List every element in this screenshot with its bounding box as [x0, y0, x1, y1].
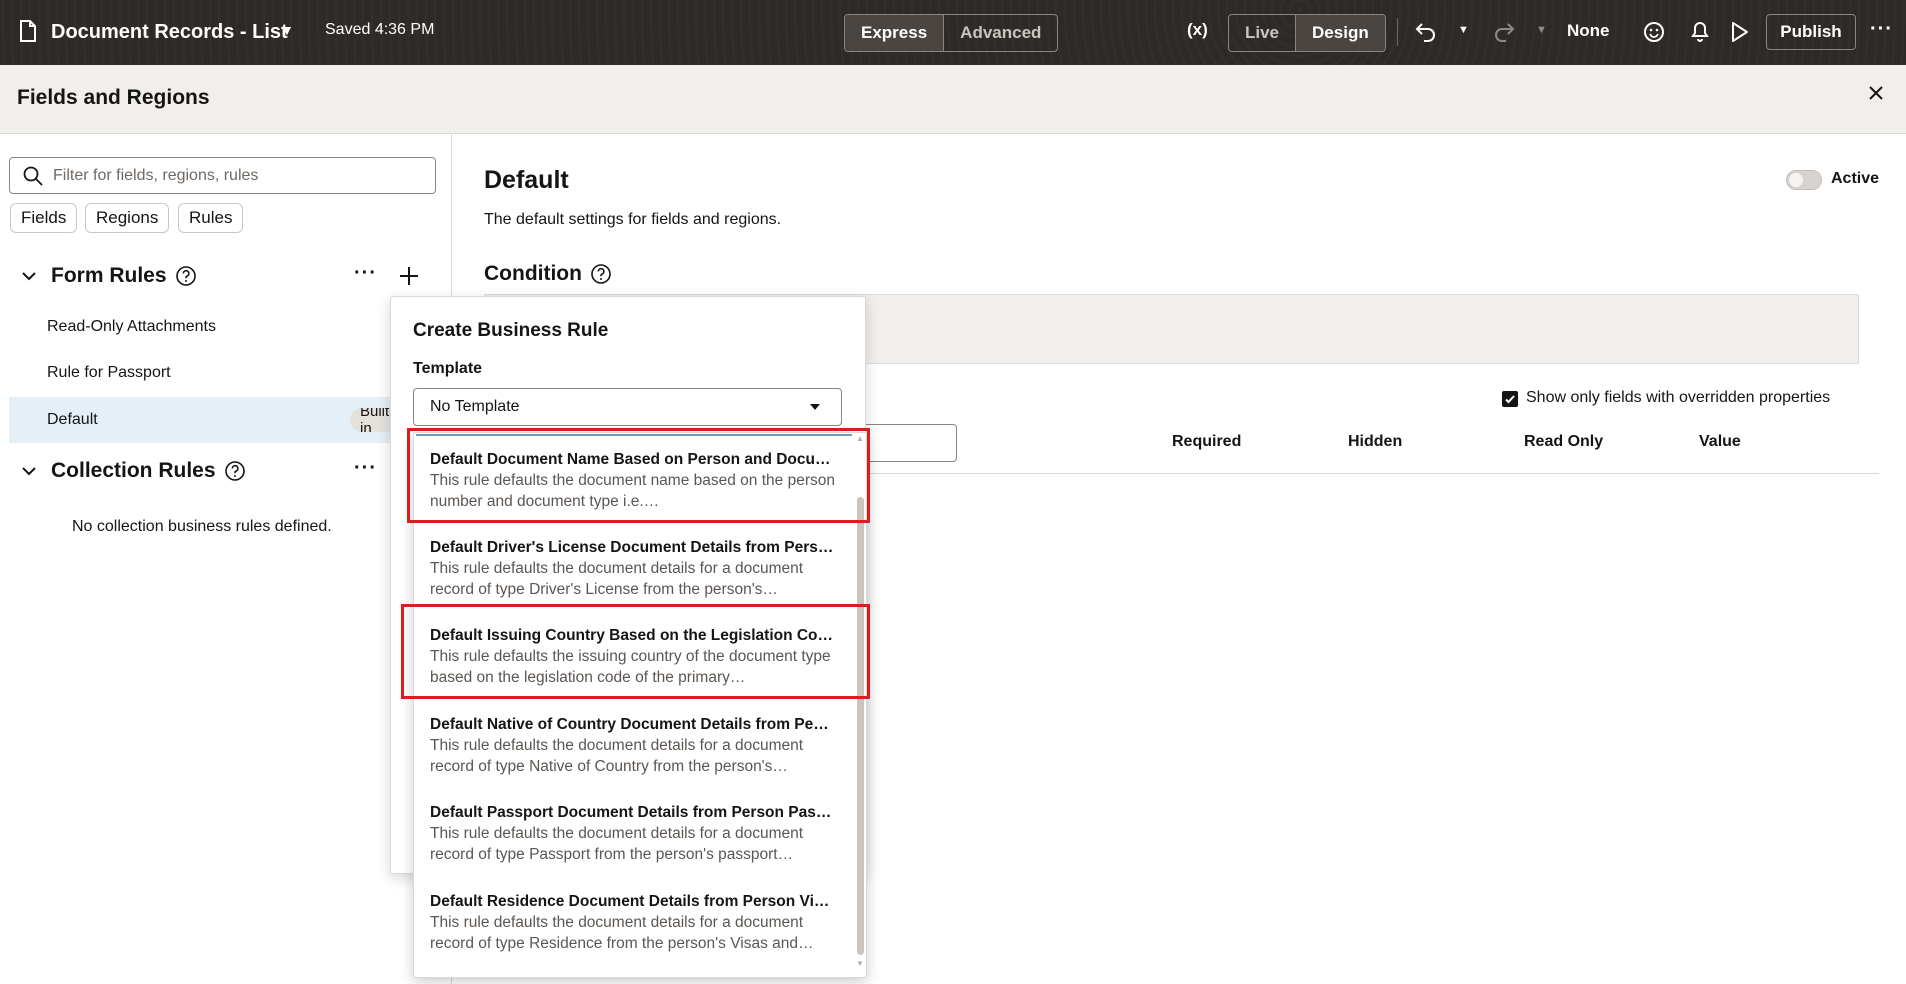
template-option-description: This rule defaults the document details …	[430, 825, 804, 863]
empty-collection-rules-message: No collection business rules defined.	[72, 518, 332, 535]
checkmark-icon	[1505, 395, 1515, 404]
collection-rules-title: Collection Rules	[51, 459, 216, 482]
close-icon[interactable]	[1864, 81, 1888, 105]
tab-live[interactable]: Live	[1229, 15, 1295, 51]
column-header-required: Required	[1172, 433, 1242, 450]
form-rules-header[interactable]: Form Rules	[21, 264, 197, 288]
template-option-title: Default Issuing Country Based on the Leg…	[430, 627, 834, 644]
column-header-read-only: Read Only	[1524, 433, 1604, 450]
top-toolbar: Document Records - List ▼ Saved 4:36 PM …	[0, 0, 1906, 65]
panel-header	[0, 65, 1906, 134]
template-option[interactable]: Default Issuing Country Based on the Leg…	[430, 626, 840, 714]
help-icon[interactable]	[590, 263, 612, 285]
template-option[interactable]: Default Native of Country Document Detai…	[430, 715, 840, 803]
rule-item-rule-for-passport[interactable]: Rule for Passport	[0, 350, 390, 396]
show-overridden-checkbox[interactable]	[1502, 391, 1518, 407]
more-options-icon[interactable]: ···	[1870, 18, 1893, 41]
template-option-description: This rule defaults the document name bas…	[430, 472, 835, 510]
filter-search-field[interactable]	[9, 157, 436, 194]
undo-menu-chevron-icon[interactable]: ▼	[1458, 24, 1469, 36]
template-label: Template	[413, 360, 483, 377]
active-toggle[interactable]	[1786, 170, 1822, 190]
rules-sidebar	[0, 134, 452, 984]
template-option[interactable]: Default Document Name Based on Person an…	[430, 450, 840, 538]
template-option-title: Default Document Name Based on Person an…	[430, 451, 834, 468]
role-selector[interactable]: None	[1567, 21, 1610, 41]
template-option[interactable]: Default Passport Document Details from P…	[430, 803, 840, 891]
rule-title: Default	[484, 166, 569, 194]
feedback-smile-icon[interactable]	[1642, 20, 1666, 44]
variables-icon[interactable]: (x)	[1187, 20, 1208, 40]
saved-status: Saved 4:36 PM	[325, 21, 435, 38]
scroll-up-arrow-icon[interactable]: ▲	[856, 434, 864, 443]
tab-express[interactable]: Express	[845, 15, 944, 51]
template-option-description: This rule defaults the document details …	[430, 914, 814, 952]
condition-title: Condition	[484, 262, 582, 285]
tab-design[interactable]: Design	[1295, 15, 1385, 51]
app-title[interactable]: Document Records - List	[51, 18, 288, 46]
dropdown-focus-line	[416, 434, 852, 436]
collection-rules-more-icon[interactable]: ···	[354, 457, 377, 480]
chevron-down-icon[interactable]: ▼	[280, 22, 294, 38]
column-header-hidden: Hidden	[1348, 433, 1403, 450]
document-icon	[20, 20, 36, 42]
template-option-title: Default Residence Document Details from …	[430, 893, 834, 910]
filter-chip-fields[interactable]: Fields	[10, 203, 78, 233]
template-option-description: This rule defaults the document details …	[430, 560, 804, 598]
column-header-value: Value	[1699, 433, 1741, 450]
template-option-title: Default Native of Country Document Detai…	[430, 716, 834, 733]
template-select[interactable]: No Template	[413, 388, 842, 426]
template-option[interactable]: Default Residence Document Details from …	[430, 892, 840, 980]
filter-chip-regions[interactable]: Regions	[85, 203, 170, 233]
rule-item-default[interactable]: Default	[9, 397, 390, 443]
redo-icon[interactable]	[1492, 18, 1516, 44]
help-icon[interactable]	[224, 460, 246, 482]
scroll-down-arrow-icon[interactable]: ▼	[856, 959, 864, 968]
bell-icon[interactable]	[1689, 19, 1711, 43]
template-option[interactable]: Default Driver's License Document Detail…	[430, 538, 840, 626]
search-icon	[23, 166, 43, 186]
search-input[interactable]	[53, 166, 423, 185]
dropdown-scrollbar-thumb[interactable]	[857, 497, 864, 955]
template-option-title: Default Passport Document Details from P…	[430, 804, 834, 821]
template-option-description: This rule defaults the document details …	[430, 737, 804, 775]
template-option-title: Default Driver's License Document Detail…	[430, 539, 834, 556]
panel-title: Fields and Regions	[17, 86, 210, 109]
show-overridden-label[interactable]: Show only fields with overridden propert…	[1526, 389, 1830, 407]
filter-chip-rules[interactable]: Rules	[178, 203, 244, 233]
caret-down-icon[interactable]	[808, 400, 822, 414]
form-rules-more-icon[interactable]: ···	[354, 262, 377, 285]
help-icon[interactable]	[175, 265, 197, 287]
active-label: Active	[1831, 170, 1880, 187]
chevron-down-icon[interactable]	[21, 463, 37, 479]
rule-description: The default settings for fields and regi…	[484, 211, 782, 228]
mode-toggle: Express Advanced	[844, 14, 1059, 52]
popup-title: Create Business Rule	[413, 320, 609, 341]
template-option-description: This rule defaults the issuing country o…	[430, 648, 831, 686]
collection-rules-header[interactable]: Collection Rules	[21, 459, 246, 483]
redo-menu-chevron-icon[interactable]: ▼	[1536, 24, 1547, 36]
chevron-down-icon[interactable]	[21, 268, 37, 284]
rule-item-read-only-attachments[interactable]: Read-Only Attachments	[0, 304, 390, 350]
add-rule-plus-icon[interactable]	[398, 265, 420, 287]
undo-icon[interactable]	[1414, 18, 1438, 44]
publish-button[interactable]: Publish	[1766, 14, 1856, 50]
tab-advanced[interactable]: Advanced	[943, 15, 1057, 51]
condition-header: Condition	[484, 262, 612, 286]
divider	[1397, 18, 1398, 46]
form-rules-title: Form Rules	[51, 264, 167, 287]
view-toggle: Live Design	[1228, 14, 1386, 52]
preview-play-icon[interactable]	[1728, 20, 1750, 44]
